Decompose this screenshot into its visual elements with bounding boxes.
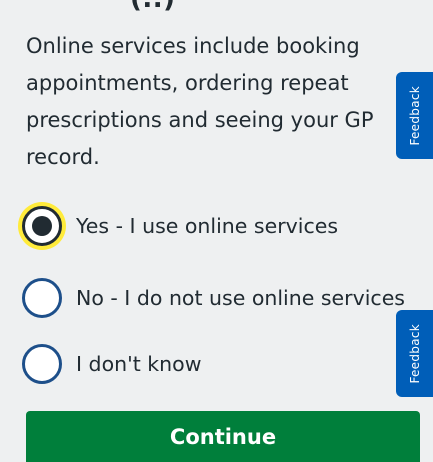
feedback-tab-label: Feedback (407, 85, 422, 146)
cut-off-heading: (..) (130, 0, 176, 14)
radio-label-dont-know[interactable]: I don't know (76, 352, 201, 376)
radio-label-yes[interactable]: Yes - I use online services (76, 214, 338, 238)
radio-button-no[interactable] (22, 278, 62, 318)
radio-button-yes[interactable] (22, 206, 62, 246)
radio-button-dont-know[interactable] (22, 344, 62, 384)
radio-option-no[interactable]: No - I do not use online services (22, 278, 405, 318)
radio-selected-dot (32, 216, 52, 236)
continue-button[interactable]: Continue (26, 411, 420, 462)
feedback-tab[interactable]: Feedback (396, 72, 433, 159)
feedback-tab[interactable]: Feedback (396, 310, 433, 397)
radio-option-yes[interactable]: Yes - I use online services (22, 206, 338, 246)
question-hint: Online services include booking appointm… (26, 34, 374, 169)
feedback-tab-label: Feedback (407, 323, 422, 384)
radio-option-dont-know[interactable]: I don't know (22, 344, 201, 384)
radio-label-no[interactable]: No - I do not use online services (76, 286, 405, 310)
